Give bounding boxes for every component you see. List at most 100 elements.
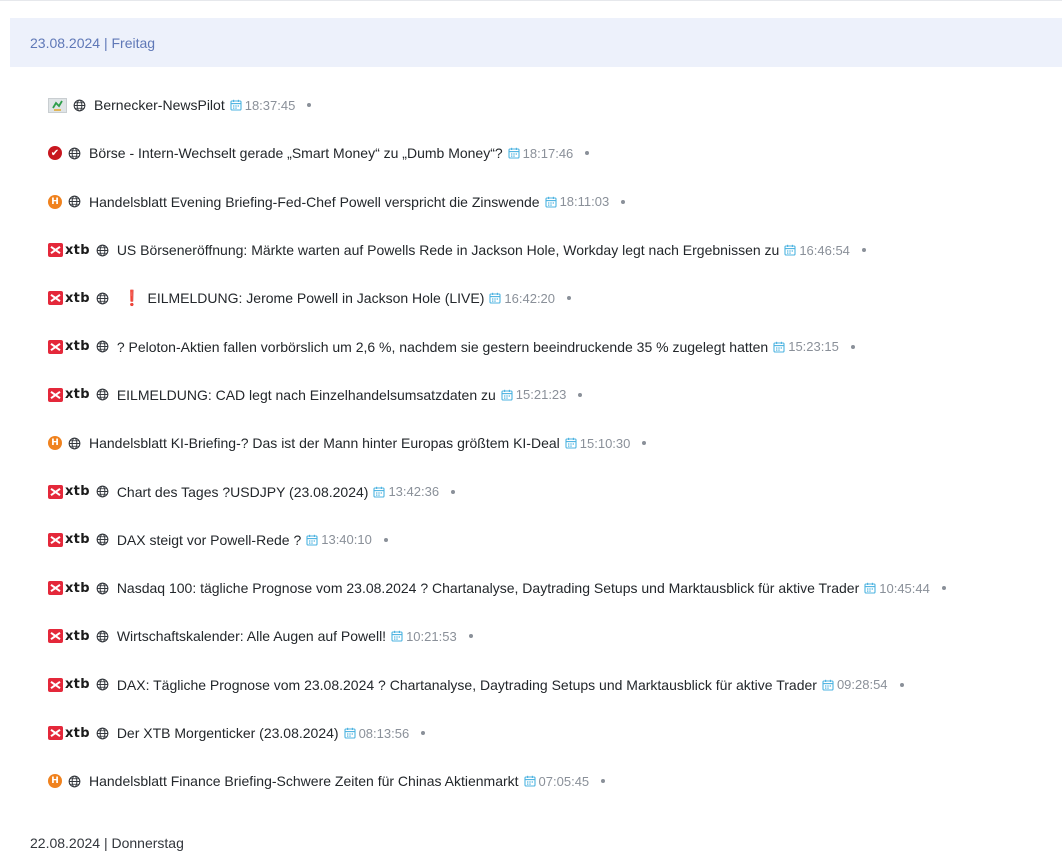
news-title-link[interactable]: US Börseneröffnung: Märkte warten auf Po… — [117, 242, 780, 258]
news-item[interactable]: xtb ? Peloton-Aktien fallen vorbörslich u… — [48, 322, 1048, 370]
news-item[interactable]: ✔ Börse - Intern-Wechselt gerade „Smart M… — [48, 129, 1048, 177]
xtb-logo-text: xtb — [65, 580, 90, 596]
news-item[interactable]: xtb Der XTB Morgenticker (23.08.2024) 08:1… — [48, 709, 1048, 757]
xtb-logo: xtb — [48, 677, 90, 693]
globe-icon — [96, 388, 109, 401]
day-header-friday[interactable]: 23.08.2024 | Freitag — [10, 18, 1062, 67]
news-time: 08:13:56 — [358, 725, 410, 741]
xtb-mark-icon — [48, 629, 63, 644]
news-title-link[interactable]: Handelsblatt Evening Briefing-Fed-Chef P… — [89, 194, 540, 210]
handelsblatt-logo-icon: H — [48, 436, 62, 451]
xtb-logo-text: xtb — [65, 677, 90, 693]
source-logo-xtb: xtb — [48, 484, 90, 499]
day-header-thursday[interactable]: 22.08.2024 | Donnerstag — [30, 835, 184, 851]
day-header-label: 22.08.2024 | Donnerstag — [30, 835, 184, 851]
news-item[interactable]: xtb EILMELDUNG: CAD legt nach Einzelhande… — [48, 371, 1048, 419]
news-time: 13:40:10 — [321, 532, 372, 548]
source-logo-handelsblatt: H — [48, 774, 62, 789]
news-title-link[interactable]: Handelsblatt KI-Briefing-? Das ist der M… — [89, 435, 560, 451]
source-logo-handelsblatt: H — [48, 436, 62, 451]
handelsblatt-logo-icon: H — [48, 194, 62, 209]
news-item[interactable]: H Handelsblatt Evening Briefing-Fed-Chef … — [48, 178, 1048, 226]
news-title-link[interactable]: Wirtschaftskalender: Alle Augen auf Powe… — [117, 628, 386, 644]
xtb-logo-text: xtb — [65, 725, 90, 741]
news-item[interactable]: xtb US Börseneröffnung: Märkte warten auf… — [48, 226, 1048, 274]
xtb-logo-text: xtb — [65, 628, 90, 644]
xtb-mark-icon — [48, 387, 63, 402]
source-logo-xtb: xtb — [48, 242, 90, 258]
news-title-link[interactable]: Chart des Tages ?USDJPY (23.08.2024) — [117, 484, 369, 500]
news-time: 10:21:53 — [406, 628, 457, 644]
xtb-logo: xtb — [48, 580, 90, 596]
news-time: 18:37:45 — [244, 97, 296, 113]
news-title-link[interactable]: Börse - Intern-Wechselt gerade „Smart Mo… — [89, 145, 503, 161]
globe-icon — [96, 292, 109, 305]
bernecker-logo-icon — [48, 97, 67, 113]
separator-dot — [899, 682, 904, 687]
source-logo-xtb: xtb — [48, 580, 90, 596]
source-logo-xtb: xtb — [48, 387, 90, 402]
separator-dot — [861, 248, 866, 253]
calendar-icon — [545, 196, 557, 208]
news-title-link[interactable]: EILMELDUNG: CAD legt nach Einzelhandelsu… — [117, 387, 496, 403]
calendar-icon — [523, 775, 536, 787]
source-logo-xtb: xtb — [48, 628, 90, 644]
news-item[interactable]: xtb ❗ EILMELDUNG: Jerome Powell in Jackson… — [48, 274, 1048, 322]
xtb-logo: xtb — [48, 339, 90, 355]
xtb-logo: xtb — [48, 242, 90, 258]
news-item[interactable]: H Handelsblatt KI-Briefing-? Das ist der … — [48, 419, 1048, 467]
globe-icon — [96, 244, 109, 257]
xtb-logo-text: xtb — [65, 339, 90, 355]
news-item[interactable]: xtb DAX: Tägliche Prognose vom 23.08.2024… — [48, 661, 1048, 709]
separator-dot — [642, 441, 647, 446]
separator-dot — [585, 151, 590, 156]
news-time: 13:42:36 — [388, 484, 440, 500]
separator-dot — [421, 731, 426, 735]
separator-dot — [578, 392, 583, 397]
xtb-logo-text: xtb — [65, 532, 90, 548]
calendar-icon — [784, 244, 796, 256]
separator-dot — [468, 634, 473, 639]
calendar-icon — [391, 630, 403, 642]
checkmark-logo-icon: ✔ — [48, 146, 62, 161]
handelsblatt-logo-icon: H — [48, 774, 62, 789]
news-time: 18:17:46 — [522, 145, 574, 161]
news-item[interactable]: xtb Nasdaq 100: tägliche Prognose vom 23.… — [48, 564, 1048, 612]
news-item[interactable]: H Handelsblatt Finance Briefing-Schwere Z… — [48, 757, 1048, 805]
news-list: Bernecker-NewsPilot 18:37:45 ✔ Börse - Inte… — [48, 81, 1048, 805]
xtb-mark-icon — [48, 484, 63, 499]
news-title-link[interactable]: Nasdaq 100: tägliche Prognose vom 23.08.… — [117, 580, 859, 596]
separator-dot — [567, 296, 572, 301]
news-title-link[interactable]: EILMELDUNG: Jerome Powell in Jackson Hol… — [148, 290, 485, 306]
globe-icon — [96, 630, 109, 643]
news-title-link[interactable]: DAX steigt vor Powell-Rede ? — [117, 532, 301, 548]
separator-dot — [621, 199, 626, 204]
globe-icon — [68, 437, 81, 450]
source-logo-check: ✔ — [48, 146, 62, 161]
globe-icon — [96, 727, 109, 740]
xtb-logo: xtb — [48, 484, 90, 499]
xtb-logo-text: xtb — [65, 242, 90, 258]
news-item[interactable]: xtb DAX steigt vor Powell-Rede ? 13:40:10 — [48, 516, 1048, 564]
globe-icon — [73, 99, 86, 112]
globe-icon — [68, 147, 81, 160]
xtb-mark-icon — [48, 726, 63, 740]
news-title-link[interactable]: ? Peloton-Aktien fallen vorbörslich um 2… — [117, 339, 768, 355]
xtb-mark-icon — [48, 243, 63, 258]
news-time: 07:05:45 — [538, 773, 590, 789]
news-title-link[interactable]: Bernecker-NewsPilot — [94, 97, 225, 113]
news-item[interactable]: xtb Chart des Tages ?USDJPY (23.08.2024) 1… — [48, 467, 1048, 515]
xtb-logo: xtb — [48, 290, 90, 306]
news-title-link[interactable]: Der XTB Morgenticker (23.08.2024) — [117, 725, 339, 741]
source-logo-xtb: xtb — [48, 290, 90, 306]
news-title-link[interactable]: Handelsblatt Finance Briefing-Schwere Ze… — [89, 773, 519, 789]
xtb-mark-icon — [48, 581, 63, 596]
separator-dot — [451, 489, 456, 494]
news-item[interactable]: xtb Wirtschaftskalender: Alle Augen auf P… — [48, 612, 1048, 660]
news-item[interactable]: Bernecker-NewsPilot 18:37:45 — [48, 81, 1048, 129]
xtb-logo-text: xtb — [65, 290, 90, 306]
calendar-icon — [822, 679, 834, 691]
calendar-icon — [373, 486, 386, 498]
separator-dot — [307, 103, 312, 108]
news-title-link[interactable]: DAX: Tägliche Prognose vom 23.08.2024 ? … — [117, 677, 817, 693]
